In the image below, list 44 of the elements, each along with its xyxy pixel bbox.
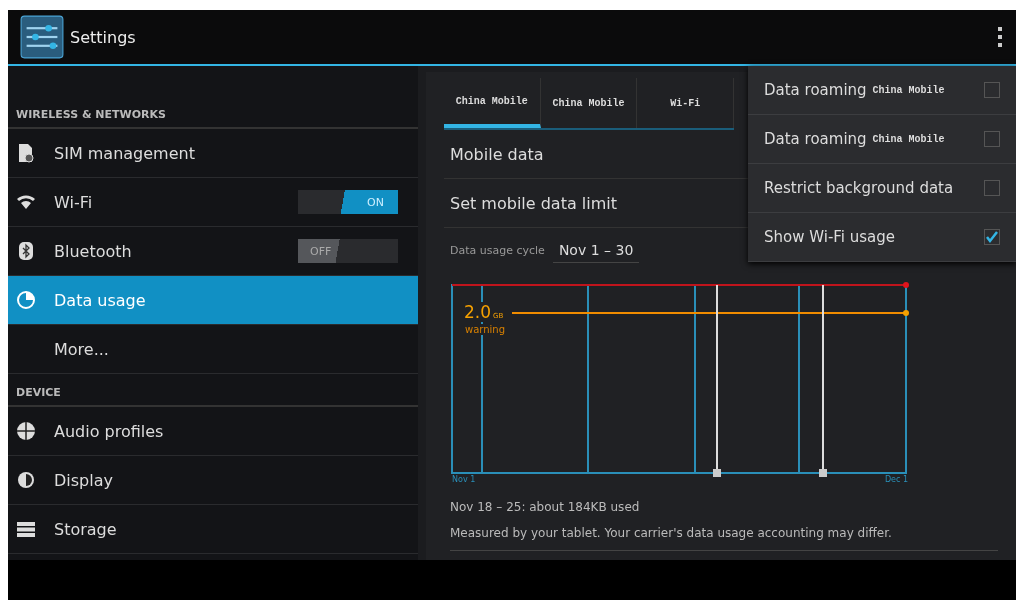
- menu-item-label: Data roaming: [764, 130, 867, 148]
- cycle-dropdown[interactable]: Nov 1 – 30: [552, 237, 640, 263]
- carrier-name: China Mobile: [872, 133, 945, 145]
- menu-item[interactable]: Data roaming China Mobile: [748, 66, 1016, 115]
- app-title: Settings: [70, 27, 137, 47]
- cycle-label: Data usage cycle: [450, 243, 545, 257]
- settings-item[interactable]: More...: [8, 325, 418, 374]
- checkmark-icon: [985, 230, 999, 244]
- tab[interactable]: China Mobile: [444, 78, 541, 128]
- settings-item[interactable]: Data usage: [8, 276, 418, 325]
- menu-item-label: Restrict background data: [764, 179, 954, 197]
- settings-item[interactable]: Display: [8, 456, 418, 505]
- settings-item[interactable]: Storage: [8, 505, 418, 554]
- axis-label: Dec 1: [884, 475, 908, 484]
- checkbox[interactable]: [984, 131, 1000, 147]
- checkbox[interactable]: [984, 229, 1000, 245]
- tab[interactable]: Wi-Fi: [637, 78, 734, 128]
- bluetooth-icon: [16, 241, 36, 261]
- settings-item[interactable]: SIM management: [8, 129, 418, 178]
- checkbox[interactable]: [984, 180, 1000, 196]
- carrier-name: China Mobile: [872, 84, 945, 96]
- menu-item[interactable]: Restrict background data: [748, 164, 1016, 213]
- usage-summary: Nov 18 – 25: about 184KB used: [450, 500, 641, 514]
- settings-item[interactable]: Audio profiles: [8, 407, 418, 456]
- warning-value: 2.0: [464, 302, 492, 322]
- axis-label: Nov 1: [452, 475, 476, 484]
- sim-card-icon: [16, 143, 36, 163]
- menu-item[interactable]: Data roaming China Mobile: [748, 115, 1016, 164]
- checkbox[interactable]: [984, 82, 1000, 98]
- overflow-menu-icon[interactable]: [996, 26, 1004, 48]
- menu-item[interactable]: Show Wi-Fi usage: [748, 213, 1016, 262]
- tab[interactable]: China Mobile: [540, 78, 638, 128]
- disclaimer-text: Measured by your tablet. Your carrier's data usage accounting may differ.: [450, 526, 998, 551]
- storage-icon: [16, 519, 36, 539]
- audio-profiles-icon: [16, 421, 36, 441]
- menu-item-label: Data roaming: [764, 81, 867, 99]
- section-header: WIRELESS & NETWORKS: [8, 96, 418, 129]
- pie-chart-icon: [16, 290, 36, 310]
- brightness-icon: [16, 470, 36, 490]
- warning-label: warning: [464, 324, 507, 335]
- settings-item[interactable]: Wi-Fi ON: [8, 178, 418, 227]
- sliders-icon: [20, 15, 64, 59]
- menu-item-label: Show Wi-Fi usage: [764, 228, 896, 246]
- section-header: DEVICE: [8, 374, 418, 407]
